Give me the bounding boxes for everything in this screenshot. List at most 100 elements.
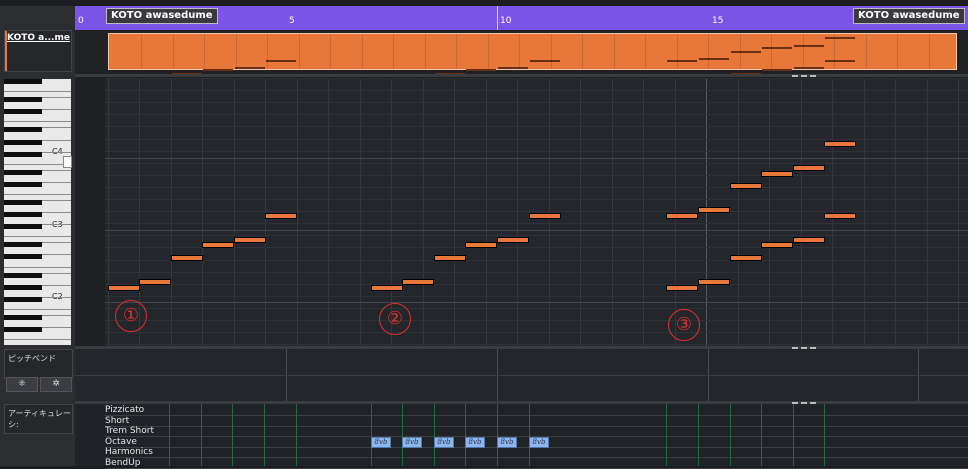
midi-note[interactable] <box>465 242 497 248</box>
midi-note[interactable] <box>730 183 762 189</box>
octave-articulation-marker[interactable]: 8vb <box>497 437 517 448</box>
annotation-circle-1: ① <box>115 300 147 332</box>
grid-horizontal-line <box>75 114 968 116</box>
overview-grid-line <box>897 34 898 69</box>
articulation-event-line <box>232 404 233 466</box>
octave-articulation-marker[interactable]: 8vb <box>465 437 485 448</box>
midi-note[interactable] <box>761 171 793 177</box>
piano-keyboard[interactable]: C4 C3 C2 <box>4 79 71 345</box>
lane-setup-button[interactable]: ⁜ <box>6 377 38 392</box>
piano-black-key[interactable] <box>4 181 42 187</box>
piano-black-key[interactable] <box>4 79 42 84</box>
note-editor-grid[interactable] <box>75 78 968 346</box>
grid-horizontal-line <box>75 126 968 128</box>
overview-note <box>530 59 560 62</box>
midi-note[interactable] <box>824 213 856 219</box>
midi-note[interactable] <box>108 285 140 291</box>
overview-grid-line <box>487 34 489 69</box>
midi-note[interactable] <box>730 255 762 261</box>
grid-horizontal-line <box>75 259 968 261</box>
part-name-flag-right[interactable]: KOTO awasedume <box>853 8 965 24</box>
midi-note[interactable] <box>434 255 466 261</box>
midi-note[interactable] <box>234 237 266 243</box>
articulation-event-line <box>465 404 466 466</box>
midi-note[interactable] <box>529 213 561 219</box>
overview-grid-line <box>865 34 867 69</box>
midi-note[interactable] <box>202 242 234 248</box>
piano-white-key-divider <box>4 193 71 195</box>
piano-black-key[interactable] <box>4 169 42 175</box>
articulation-row-line <box>105 425 968 427</box>
overview-grid-line <box>519 34 520 69</box>
midi-note[interactable] <box>402 279 434 285</box>
piano-black-key[interactable] <box>4 109 42 115</box>
piano-black-key[interactable] <box>4 224 42 230</box>
piano-black-key[interactable] <box>4 272 42 278</box>
overview-note <box>235 67 265 70</box>
piano-black-key[interactable] <box>4 151 42 157</box>
midi-note[interactable] <box>371 285 403 291</box>
midi-note[interactable] <box>824 141 856 147</box>
piano-black-key[interactable] <box>4 314 42 320</box>
octave-articulation-marker[interactable]: 8vb <box>434 437 454 448</box>
grid-horizontal-line <box>75 78 968 79</box>
settings-gear-icon[interactable]: ✲ <box>40 377 72 392</box>
piano-white-key-divider <box>4 121 71 123</box>
pitchbend-lane-header[interactable]: ピッチベンド <box>4 349 73 379</box>
articulation-row-line <box>105 415 968 416</box>
grid-horizontal-line <box>75 199 968 200</box>
grid-horizontal-line <box>75 295 968 297</box>
overview-grid-line <box>330 34 331 69</box>
articulation-lane-header[interactable]: アーティキュレーシ: <box>4 404 73 434</box>
midi-note[interactable] <box>497 237 529 243</box>
overview-separator[interactable] <box>75 74 968 77</box>
piano-black-key[interactable] <box>4 139 42 145</box>
piano-black-key[interactable] <box>4 97 42 103</box>
part-name-flag-left[interactable]: KOTO awasedume <box>106 8 218 24</box>
articulation-event-line <box>371 404 372 466</box>
midi-note[interactable] <box>793 237 825 243</box>
piano-black-key[interactable] <box>4 200 42 205</box>
track-name-field[interactable]: KOTO a...me <box>4 30 72 72</box>
grid-horizontal-line <box>75 162 968 164</box>
piano-black-key[interactable] <box>4 127 42 133</box>
articulation-event-line <box>497 404 498 466</box>
overview-grid-line <box>456 34 457 69</box>
overview-grid-line <box>235 34 237 69</box>
piano-black-key[interactable] <box>4 296 42 302</box>
midi-note[interactable] <box>171 255 203 261</box>
articulation-row-line <box>105 457 968 459</box>
pitchbend-lane[interactable] <box>75 349 968 401</box>
midi-note[interactable] <box>666 285 698 291</box>
articulation-event-line <box>698 404 699 466</box>
grid-horizontal-line <box>75 271 968 273</box>
articulation-event-line <box>666 404 667 466</box>
articulation-event-line <box>402 404 403 466</box>
midi-note[interactable] <box>698 279 730 285</box>
grid-horizontal-line <box>75 174 968 176</box>
overview-grid-line <box>298 34 300 69</box>
overview-note <box>466 69 496 71</box>
midi-part-overview[interactable] <box>108 33 957 85</box>
midi-note[interactable] <box>265 213 297 219</box>
overview-grid-line <box>141 34 142 69</box>
piano-black-key[interactable] <box>4 284 42 290</box>
piano-black-key[interactable] <box>4 212 42 218</box>
midi-note[interactable] <box>139 279 171 285</box>
midi-note[interactable] <box>698 207 730 213</box>
overview-grid-line <box>172 34 174 69</box>
midi-note[interactable] <box>793 165 825 171</box>
articulation-label: アーティキュレーシ: <box>8 409 71 429</box>
midi-note[interactable] <box>761 242 793 248</box>
piano-black-key[interactable] <box>4 242 42 248</box>
octave-articulation-marker[interactable]: 8vb <box>529 437 549 448</box>
octave-articulation-marker[interactable]: 8vb <box>402 437 422 448</box>
piano-black-key[interactable] <box>4 254 42 260</box>
piano-black-key[interactable] <box>4 327 42 333</box>
overview-grid-line <box>928 34 930 69</box>
articulation-event-line <box>169 404 170 466</box>
octave-line <box>75 158 968 159</box>
midi-note[interactable] <box>666 213 698 219</box>
overview-note <box>825 37 855 40</box>
octave-articulation-marker[interactable]: 8vb <box>371 437 391 448</box>
